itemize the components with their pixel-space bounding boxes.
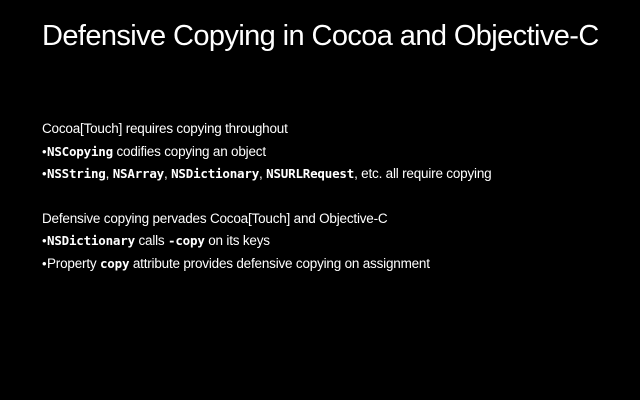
section-heading-defensive-copying: Defensive copying pervades Cocoa[Touch] …: [42, 210, 388, 226]
code-nsurlrequest: NSURLRequest: [266, 166, 355, 181]
code-nscopying: NSCopying: [47, 143, 113, 159]
bullet-property-copy: • Property copy attribute provides defens…: [42, 253, 632, 276]
code-nsarray: NSArray: [112, 166, 164, 181]
separator: ,: [259, 166, 267, 181]
bullet-text: on its keys: [204, 233, 270, 248]
section-heading-cocoa-requires-copying: Cocoa[Touch] requires copying throughout: [42, 121, 288, 136]
bullet-text: calls: [134, 233, 169, 248]
code-nsstring: NSString: [47, 166, 106, 181]
separator: ,: [164, 166, 172, 181]
bullet-classes-require-copying: • NSString, NSArray, NSDictionary, NSURLR…: [42, 163, 632, 186]
code-copy-attribute: copy: [99, 255, 130, 271]
code-nsdictionary: NSDictionary: [171, 166, 260, 181]
code-nsdictionary: NSDictionary: [47, 233, 135, 248]
slide-title: Defensive Copying in Cocoa and Objective…: [42, 20, 599, 52]
separator: ,: [105, 166, 113, 181]
slide: Defensive Copying in Cocoa and Objective…: [0, 0, 640, 400]
bullet-nscopying: • NSCopying codifies copying an object: [42, 141, 632, 164]
bullet-nsdictionary-copy-keys: • NSDictionary calls -copy on its keys: [42, 230, 632, 253]
slide-content: Cocoa[Touch] requires copying throughout…: [42, 118, 632, 275]
code-copy-method: -copy: [168, 233, 205, 248]
bullet-text: Property: [47, 255, 100, 271]
bullet-text: , etc. all require copying: [354, 166, 492, 181]
bullet-text: attribute provides defensive copying on …: [129, 255, 430, 271]
bullet-text: codifies copying an object: [112, 143, 266, 159]
